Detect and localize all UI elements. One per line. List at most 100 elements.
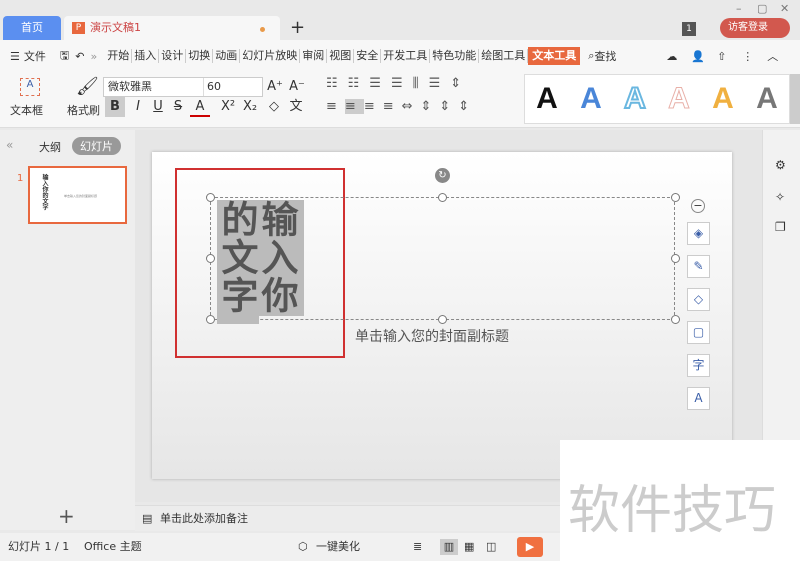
menu-drawing-tools[interactable]: 绘图工具	[479, 49, 529, 63]
subscript-icon[interactable]: X₂	[240, 97, 260, 117]
menu-review[interactable]: 审阅	[300, 49, 328, 63]
tab-outline[interactable]: 大纲	[39, 139, 61, 155]
menu-icon[interactable]: ☰	[10, 50, 20, 63]
collapse-panel-icon[interactable]: «	[6, 138, 13, 152]
slide-thumbnail[interactable]: 输入你的文字 单击输入您的封面副标题	[28, 166, 127, 224]
resize-handle[interactable]	[671, 193, 680, 202]
copy-icon[interactable]: ❐	[775, 220, 786, 234]
align-center-icon[interactable]: ≡	[344, 99, 364, 114]
maximize-button[interactable]: ▢	[757, 2, 767, 15]
fill-icon[interactable]: ◇	[687, 288, 710, 311]
cloud-icon[interactable]: ☁	[666, 50, 677, 63]
font-size-value: 60	[207, 80, 221, 93]
gallery-scroll[interactable]	[790, 74, 800, 124]
menu-text-tools[interactable]: 文本工具	[528, 47, 581, 65]
notes-placeholder: 单击此处添加备注	[160, 512, 248, 525]
vertical-text[interactable]: 输入你的文字	[215, 200, 298, 325]
resize-handle[interactable]	[671, 315, 680, 324]
menu-developer[interactable]: 开发工具	[381, 49, 431, 63]
share-user-icon[interactable]: 👤	[691, 50, 705, 63]
paragraph-tools-row2[interactable]: ≡≡≡≡⇔⇕⇕⇕	[326, 99, 477, 114]
resize-handle[interactable]	[438, 315, 447, 324]
normal-view-icon[interactable]: ▥	[440, 539, 458, 555]
save-icon[interactable]: 🖫	[60, 47, 69, 66]
superscript-icon[interactable]: X²	[218, 97, 238, 117]
menu-file[interactable]: 文件	[24, 48, 46, 64]
watermark-box: 软件技巧	[560, 440, 800, 561]
menu-start[interactable]: 开始	[105, 49, 133, 63]
collapse-ribbon-icon[interactable]: ︿	[767, 48, 778, 64]
paragraph-tools-row1[interactable]: ☷☷☰☰⫼☰⇕	[326, 76, 471, 91]
text-effect-icon[interactable]: A	[687, 387, 710, 410]
decrease-font-icon[interactable]: A⁻	[287, 77, 307, 97]
undo-icon[interactable]: ↶	[75, 50, 84, 63]
text-style-4[interactable]: A	[668, 82, 691, 116]
theme-name: Office 主题	[84, 540, 142, 553]
format-painter-button[interactable]: 格式刷	[67, 102, 100, 118]
font-icon[interactable]: 字	[687, 354, 710, 377]
rotate-handle-icon[interactable]: ↻	[435, 168, 450, 183]
border-icon[interactable]: ▢	[687, 321, 710, 344]
resize-handle[interactable]	[671, 254, 680, 263]
textbox-icon[interactable]: A	[20, 78, 40, 96]
menu-design[interactable]: 设计	[159, 49, 187, 63]
tab-document-label: 演示文稿1	[90, 21, 141, 34]
sorter-view-icon[interactable]: ▦	[464, 533, 474, 561]
beautify-button[interactable]: 一键美化	[316, 533, 360, 561]
strikethrough-button[interactable]: S	[168, 97, 188, 117]
bold-button[interactable]: B	[105, 97, 125, 117]
italic-button[interactable]: I	[128, 97, 148, 117]
menu-security[interactable]: 安全	[354, 49, 382, 63]
tab-home[interactable]: 首页	[3, 16, 61, 40]
menu-features[interactable]: 特色功能	[430, 49, 480, 63]
resize-handle[interactable]	[438, 193, 447, 202]
menu-animation[interactable]: 动画	[213, 49, 241, 63]
title-bar: 首页 P 演示文稿1 + 1 访客登录 – ▢ ✕	[0, 0, 800, 40]
text-style-6[interactable]: A	[756, 82, 778, 116]
notes-toggle-icon[interactable]: ≣	[413, 533, 422, 561]
menu-insert[interactable]: 插入	[132, 49, 160, 63]
more-options-icon[interactable]: ⋮	[742, 50, 753, 63]
text-style-1[interactable]: A	[536, 82, 558, 116]
tab-slides[interactable]: 幻灯片	[72, 137, 121, 155]
properties-icon[interactable]: ⚙	[775, 158, 786, 172]
guest-login-button[interactable]: 访客登录	[720, 18, 790, 38]
reading-view-icon[interactable]: ◫	[486, 533, 496, 561]
underline-button[interactable]: U	[148, 97, 168, 117]
brush-icon[interactable]: ✎	[687, 255, 710, 278]
menu-slideshow[interactable]: 幻灯片放映	[240, 49, 301, 63]
ribbon: A 文本框 🖌 格式刷 微软雅黑 60 A⁺ A⁻ B I U S A X² X…	[0, 72, 800, 128]
subtitle-placeholder[interactable]: 单击输入您的封面副标题	[355, 326, 509, 346]
export-icon[interactable]: ⇧	[717, 50, 726, 63]
close-button[interactable]: ✕	[780, 2, 789, 15]
menu-transition[interactable]: 切换	[186, 49, 214, 63]
thumbnail-subtitle: 单击输入您的封面副标题	[64, 194, 98, 198]
pinyin-button[interactable]: 文	[286, 97, 306, 117]
menu-bar: ☰ 文件 🖫 ↶ » 开始 插入 设计 切换 动画 幻灯片放映 审阅 视图 安全…	[0, 40, 800, 72]
text-style-5[interactable]: A	[712, 82, 734, 116]
play-slideshow-button[interactable]: ▶	[517, 537, 543, 557]
resize-handle[interactable]	[206, 315, 215, 324]
resize-handle[interactable]	[206, 254, 215, 263]
new-tab-button[interactable]: +	[290, 17, 305, 38]
font-color-button[interactable]: A	[190, 97, 210, 117]
collapse-tools-icon[interactable]: −	[691, 199, 705, 213]
window-count-badge[interactable]: 1	[682, 22, 696, 36]
magic-icon[interactable]: ✧	[775, 190, 785, 204]
add-slide-button[interactable]: +	[58, 504, 75, 528]
menu-view[interactable]: 视图	[327, 49, 355, 63]
menu-search[interactable]: 查找	[594, 48, 616, 64]
text-style-3[interactable]: A	[623, 81, 647, 116]
format-painter-icon[interactable]: 🖌	[76, 76, 99, 97]
minimize-button[interactable]: –	[736, 2, 742, 15]
layers-icon[interactable]: ◈	[687, 222, 710, 245]
beautify-icon[interactable]: ⬡	[298, 533, 308, 561]
font-size-select[interactable]: 60	[203, 78, 263, 96]
tab-document[interactable]: P 演示文稿1	[64, 16, 280, 40]
clear-format-icon[interactable]: ◇	[264, 97, 284, 117]
more-icon[interactable]: »	[90, 50, 97, 63]
text-style-2[interactable]: A	[580, 82, 602, 116]
textbox-button[interactable]: 文本框	[10, 102, 43, 118]
resize-handle[interactable]	[206, 193, 215, 202]
increase-font-icon[interactable]: A⁺	[265, 77, 285, 97]
